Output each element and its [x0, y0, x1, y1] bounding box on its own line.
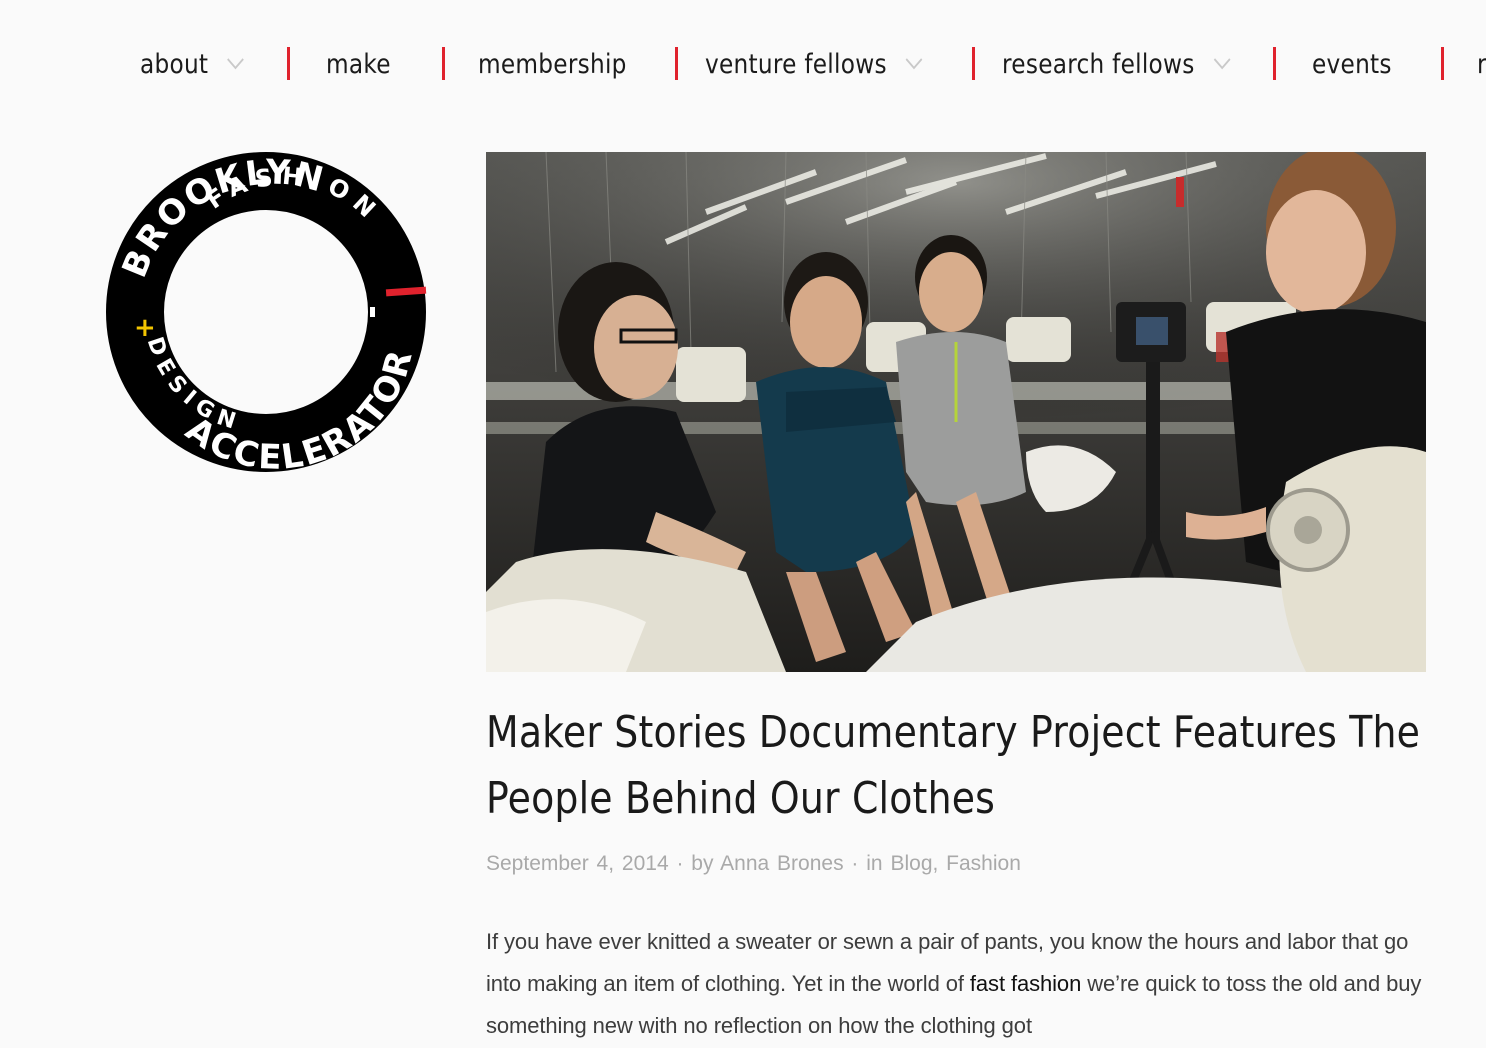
nav-item-label: research fellows	[1002, 48, 1195, 80]
meta-dot: ·	[843, 852, 867, 875]
nav-item-truncated[interactable]: r	[1477, 44, 1486, 84]
nav-separator	[1441, 47, 1444, 80]
meta-dot: ·	[668, 852, 692, 875]
post-author[interactable]: Anna Brones	[720, 852, 843, 875]
brand-logo[interactable]: BROOKLYN FASHION + DESIGN ACCELERATOR	[104, 150, 428, 478]
nav-item-label: venture fellows	[705, 48, 887, 80]
fast-fashion-link[interactable]: fast fashion	[970, 971, 1081, 996]
post-excerpt: If you have ever knitted a sweater or se…	[486, 921, 1446, 1047]
nav-item-label: r	[1477, 48, 1486, 80]
nav-item-label: make	[326, 48, 391, 80]
meta-by-label: by	[691, 852, 714, 875]
nav-separator	[442, 47, 445, 80]
post-title-line-1: Maker Stories Documentary Project Featur…	[486, 707, 1421, 758]
chevron-down-icon[interactable]	[905, 58, 923, 70]
nav-separator	[1273, 47, 1276, 80]
post-meta: September 4, 2014 · by Anna Brones · in …	[486, 852, 1021, 876]
nav-item-label: membership	[478, 48, 627, 80]
main-nav: about make membership venture fellows re…	[0, 0, 1486, 130]
chevron-down-icon[interactable]	[1213, 58, 1231, 70]
brand-logo-mark: BROOKLYN FASHION + DESIGN ACCELERATOR	[106, 152, 427, 478]
post-date[interactable]: September 4, 2014	[486, 852, 669, 875]
nav-separator	[675, 47, 678, 80]
nav-item-venture-fellows[interactable]: venture fellows	[705, 44, 923, 84]
nav-separator	[972, 47, 975, 80]
nav-item-label: about	[140, 48, 209, 80]
post-category-blog[interactable]: Blog	[890, 852, 932, 875]
meta-in-label: in	[866, 852, 883, 875]
post-featured-image[interactable]	[486, 152, 1426, 672]
nav-separator	[287, 47, 290, 80]
photo-garment-factory	[486, 152, 1426, 672]
nav-item-make[interactable]: make	[326, 44, 391, 84]
chevron-down-icon[interactable]	[227, 58, 245, 70]
nav-item-label: events	[1312, 48, 1392, 80]
post-category-fashion[interactable]: Fashion	[946, 852, 1021, 875]
post-title-line-2: People Behind Our Clothes	[486, 773, 996, 824]
nav-item-events[interactable]: events	[1312, 44, 1392, 84]
nav-item-about[interactable]: about	[140, 44, 245, 84]
nav-item-membership[interactable]: membership	[478, 44, 627, 84]
meta-comma: ,	[932, 852, 947, 875]
post-title[interactable]: Maker Stories Documentary Project Featur…	[486, 700, 1476, 832]
nav-item-research-fellows[interactable]: research fellows	[1002, 44, 1231, 84]
